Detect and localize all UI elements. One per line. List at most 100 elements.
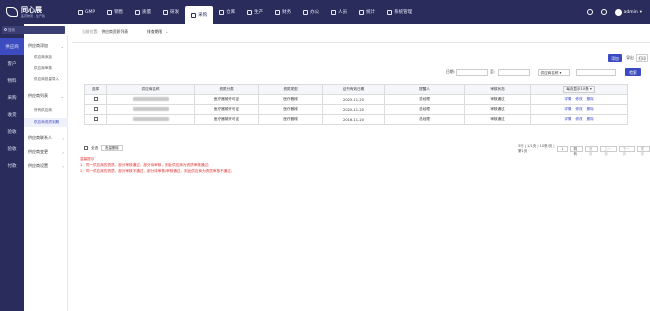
- sidebar-label: 物料: [7, 78, 17, 84]
- nav-quality[interactable]: 质量: [129, 0, 157, 24]
- nav-gmp[interactable]: GMP: [72, 0, 101, 24]
- pager-summary: 3行 | 1/1页 | 10条/页 | 第1页: [518, 144, 555, 153]
- search-input[interactable]: 搜索: [2, 26, 65, 34]
- chevron-right-icon: ›: [62, 135, 64, 141]
- first-page-button[interactable]: 首页: [584, 146, 599, 156]
- nav-rd[interactable]: 研发: [157, 0, 185, 24]
- next-page-button[interactable]: 下一页: [618, 146, 635, 156]
- breadcrumb-current[interactable]: 供应商资质列表: [101, 29, 128, 35]
- sub-nav: 供应商添加 ⌄ 供应商添加 供应商审核 供应商批量导入 供应商列表 ⌄ 所有供应商 …: [24, 36, 68, 311]
- row-checkbox[interactable]: [93, 97, 98, 101]
- message-icon[interactable]: [600, 9, 607, 15]
- select-all-label: 全选: [91, 145, 99, 150]
- delete-link[interactable]: 删除: [587, 97, 594, 101]
- nav-production[interactable]: 生产: [241, 0, 269, 24]
- date-to-field[interactable]: [498, 69, 530, 76]
- sidebar-item-customer[interactable]: 客户: [0, 55, 24, 72]
- nav-label: 人员: [338, 10, 348, 15]
- sidebar-item-supplier[interactable]: 供应商: [0, 38, 24, 55]
- sidebar-item-material[interactable]: 物料: [0, 72, 24, 89]
- table-header-row: 选择 供应商名称 资质分类 资质类型 证书有效日期 提醒人 审核状态 每页显示1…: [84, 84, 628, 95]
- nav-label: 仓库: [226, 10, 236, 15]
- subnav-item[interactable]: 供应商添加: [24, 53, 68, 62]
- cell-category: 医疗器械许可证: [194, 94, 259, 105]
- chevron-right-icon: ›: [62, 163, 64, 169]
- sidebar-label: 付款: [7, 163, 17, 169]
- detail-link[interactable]: 详情: [564, 97, 571, 101]
- subnav-item[interactable]: 所有供应商: [24, 106, 68, 115]
- detail-link[interactable]: 详情: [564, 117, 571, 121]
- delete-link[interactable]: 删除: [587, 107, 594, 111]
- subnav-item[interactable]: 供应商批量导入: [24, 75, 68, 84]
- nav-label: 生产: [254, 10, 264, 15]
- row-checkbox[interactable]: [93, 107, 98, 111]
- cell-reminder: 总经理: [384, 94, 465, 105]
- edit-link[interactable]: 修改: [575, 107, 582, 111]
- logo-mark-icon: [6, 7, 18, 17]
- qualification-table: 选择 供应商名称 资质分类 资质类型 证书有效日期 提醒人 审核状态 每页显示1…: [84, 84, 628, 125]
- nav-office[interactable]: 办公: [297, 0, 325, 24]
- subnav-group-add[interactable]: 供应商添加 ⌄: [24, 42, 68, 50]
- nav-staff[interactable]: 人员: [325, 0, 353, 24]
- subnav-item-active[interactable]: 供应商资质到期: [24, 118, 68, 127]
- search-type-select[interactable]: 供应商名称 ▾: [538, 69, 570, 76]
- batch-delete-button[interactable]: 批量删除: [101, 145, 123, 151]
- search-placeholder: 搜索: [8, 28, 15, 32]
- sales-icon: [107, 9, 113, 15]
- edit-link[interactable]: 修改: [575, 117, 582, 121]
- nav-system[interactable]: 系统管理: [381, 0, 418, 24]
- cell-status: 审核通过: [464, 104, 531, 115]
- nav-purchase[interactable]: 采购: [185, 6, 214, 24]
- col-page-size[interactable]: 每页显示10条 ▾: [530, 84, 628, 95]
- subnav-group-change[interactable]: 供应商变更 ›: [24, 148, 68, 156]
- chevron-down-icon: ⌄: [60, 93, 64, 99]
- supplier-name-redacted: [132, 97, 169, 101]
- nav-finance[interactable]: 财务: [269, 0, 297, 24]
- row-checkbox[interactable]: [93, 117, 98, 121]
- cell-date: 2020-11-20: [322, 104, 385, 115]
- detail-link[interactable]: 详情: [564, 107, 571, 111]
- stats-icon: [359, 9, 365, 15]
- app-logo[interactable]: 同心展 医药物流 · 生产版: [0, 0, 62, 24]
- select-value: 供应商名称: [540, 71, 559, 75]
- top-nav: GMP 销售 质量 研发 采购 仓库 生产 财务 办公 人员 统计 系统管理: [72, 0, 418, 24]
- nav-sales[interactable]: 销售: [101, 0, 129, 24]
- page-size-select[interactable]: 每页显示10条 ▾: [563, 86, 595, 93]
- notification-icon[interactable]: [586, 9, 593, 15]
- subnav-group-settings[interactable]: 供应商设置 ›: [24, 162, 68, 170]
- subnav-item[interactable]: 供应商审核: [24, 64, 68, 73]
- prev-page-button[interactable]: 上一页: [600, 146, 617, 156]
- subnav-label: 供应商审核: [34, 66, 52, 70]
- export-button[interactable]: 导出: [625, 54, 635, 62]
- sidebar-label: 采购: [7, 95, 17, 101]
- last-page-button[interactable]: 尾页: [636, 146, 650, 156]
- search-icon: [3, 28, 7, 31]
- sidebar-item-inspect-2[interactable]: 验收: [0, 140, 24, 157]
- sidebar-item-payment[interactable]: 付款: [0, 157, 24, 174]
- sidebar-item-purchase[interactable]: 采购: [0, 89, 24, 106]
- print-button[interactable]: 打印: [636, 54, 648, 62]
- sidebar-item-receive[interactable]: 收货: [0, 106, 24, 123]
- subnav-group-contact[interactable]: 供应商联系人 ›: [24, 134, 68, 142]
- keyword-input[interactable]: [576, 69, 616, 76]
- col-expiry-date: 证书有效日期: [322, 84, 385, 95]
- chevron-right-icon: ›: [62, 149, 64, 155]
- nav-warehouse[interactable]: 仓库: [213, 0, 241, 24]
- select-all-checkbox[interactable]: [84, 146, 88, 150]
- subnav-group-list[interactable]: 供应商列表 ⌄: [24, 92, 68, 100]
- nav-stats[interactable]: 统计: [353, 0, 381, 24]
- edit-link[interactable]: 修改: [575, 97, 582, 101]
- chevron-down-icon: ▾: [639, 9, 642, 15]
- page-number-input[interactable]: 1: [557, 146, 568, 152]
- user-menu[interactable]: admin ▾: [614, 8, 642, 16]
- sidebar-item-inspect[interactable]: 验收: [0, 123, 24, 140]
- col-status: 审核状态: [464, 84, 531, 95]
- go-button[interactable]: 跳转: [569, 146, 583, 156]
- add-button[interactable]: 添加: [608, 54, 622, 62]
- date-from-field[interactable]: [456, 69, 488, 76]
- subnav-group-label: 供应商设置: [28, 163, 48, 168]
- search-button[interactable]: 检索: [625, 68, 641, 76]
- cell-type: 医疗器械: [258, 94, 323, 105]
- tab-expiry[interactable]: 排查期限: [147, 29, 162, 35]
- delete-link[interactable]: 删除: [587, 117, 594, 121]
